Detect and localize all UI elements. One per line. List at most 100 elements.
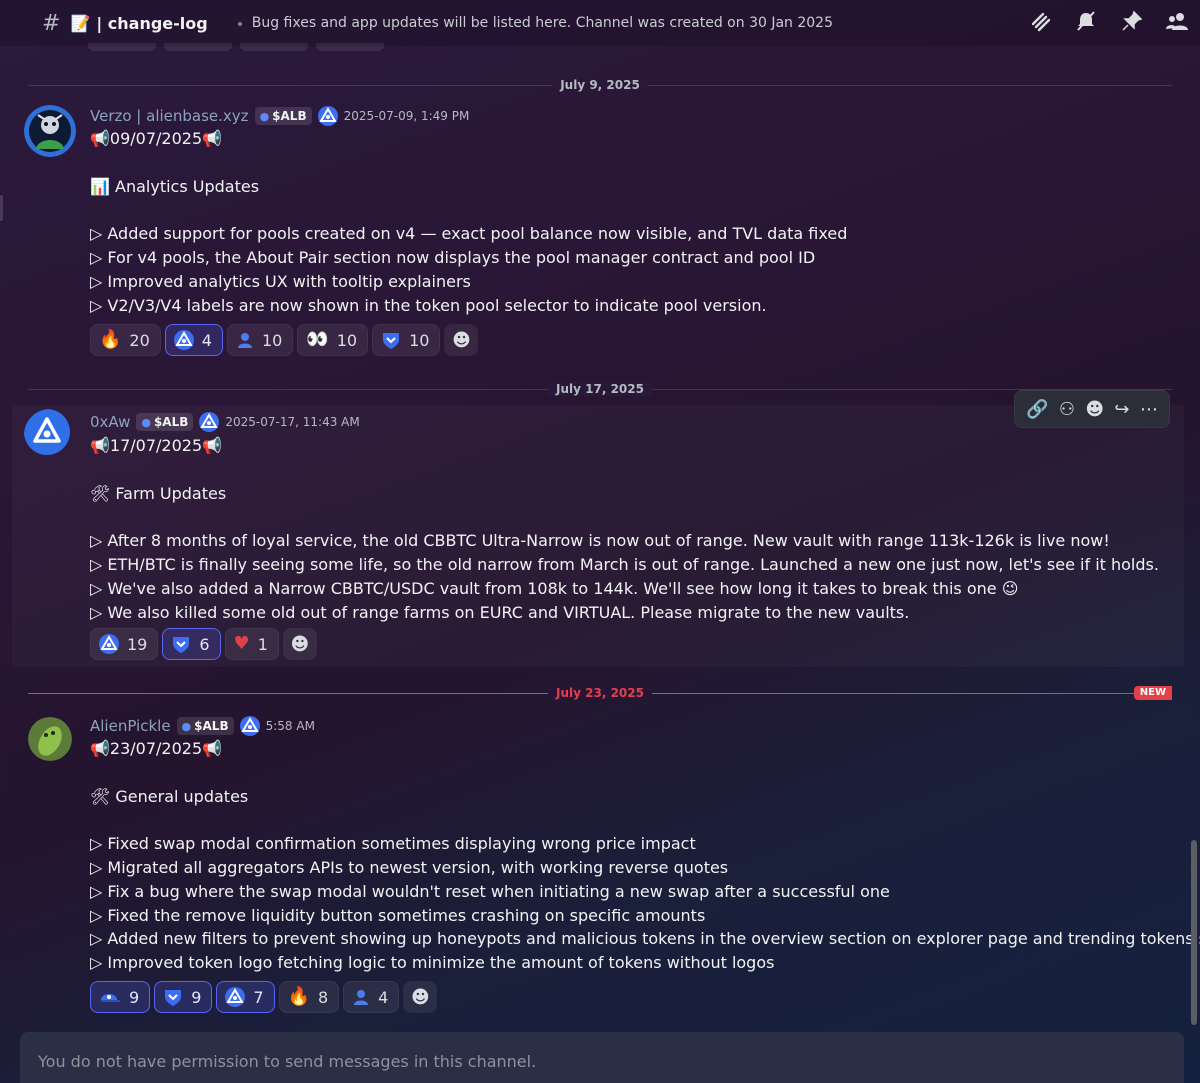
date-divider-label: July 9, 2025: [552, 78, 648, 92]
message-line: [90, 761, 1200, 785]
fire-icon: 🔥: [99, 329, 122, 350]
message-line: 🛠 General updates: [90, 786, 249, 806]
scrollbar-thumb[interactable]: [1191, 840, 1197, 1025]
fire-icon: 🔥: [287, 986, 310, 1007]
reaction-count: 19: [127, 634, 148, 654]
alienbase-icon: [99, 634, 119, 654]
message-line: [90, 808, 1200, 832]
message-line: ▷ Added new filters to prevent showing u…: [90, 929, 1200, 949]
add-reaction-button[interactable]: ☻: [403, 981, 438, 1013]
pin-icon[interactable]: [1120, 10, 1144, 37]
timestamp[interactable]: 2025-07-17, 11:43 AM: [225, 415, 359, 429]
username[interactable]: Verzo | alienbase.xyz: [90, 107, 249, 125]
header-toolbar: [1028, 10, 1190, 37]
message-line: ▷ Improved analytics UX with tooltip exp…: [90, 271, 471, 291]
alienbase-icon: [173, 330, 194, 350]
avatar[interactable]: [24, 409, 76, 461]
reaction-user[interactable]: 10: [226, 324, 294, 356]
server-tag[interactable]: ● $ALB: [136, 413, 194, 431]
eyes-icon: 👀: [306, 329, 329, 350]
message-line: ▷ Added support for pools created on v4 …: [90, 224, 848, 244]
reaction-count: 9: [129, 987, 140, 1007]
heart-icon: ♥: [233, 633, 250, 654]
shield-icon: [163, 987, 183, 1007]
more-icon[interactable]: ⋯: [1140, 399, 1158, 420]
drop-icon: ●: [181, 719, 192, 733]
message-line: ▷ Migrated all aggregators APIs to newes…: [90, 857, 729, 877]
message-content: 📢09/07/2025📢 📊 Analytics Updates ▷ Added…: [90, 127, 847, 317]
avatar[interactable]: [24, 105, 76, 157]
server-tag[interactable]: ● $ALB: [254, 107, 312, 125]
add-reaction-button[interactable]: ☻: [444, 324, 479, 356]
message-actions-toolbar: 🔗 ⚇ ☻ ↪ ⋯: [1014, 390, 1170, 428]
reaction-count: 4: [201, 330, 212, 350]
message-line: ▷ We've also added a Narrow CBBTC/USDC v…: [90, 578, 1019, 598]
add-reaction-icon[interactable]: ☻: [1085, 399, 1104, 420]
drop-icon: ●: [259, 109, 270, 123]
reaction-count: 1: [257, 634, 268, 654]
reaction-alienbase[interactable]: 19: [90, 628, 159, 660]
server-tag-label: $ALB: [153, 415, 189, 429]
date-divider-label: July 17, 2025: [548, 382, 652, 396]
username[interactable]: 0xAw: [90, 413, 130, 431]
message-line: [90, 198, 847, 222]
reactions-bar: 9 9 7 🔥 8 4 ☻: [90, 981, 438, 1013]
channel-header: # 📝 | change-log Bug fixes and app updat…: [0, 0, 1200, 46]
message-line: ▷ ETH/BTC is finally seeing some life, s…: [90, 554, 1159, 574]
reaction-user[interactable]: 4: [343, 981, 400, 1013]
message-line: 📢23/07/2025📢: [90, 739, 223, 758]
date-divider: July 17, 2025: [28, 382, 1172, 396]
timestamp[interactable]: 5:58 AM: [266, 719, 315, 733]
server-tag[interactable]: ● $ALB: [176, 717, 234, 735]
message-line: [90, 458, 1159, 482]
reaction-count: 10: [336, 330, 358, 350]
add-reaction-button[interactable]: ☻: [282, 628, 317, 660]
alienbase-icon: [239, 716, 260, 736]
reactions-bar: 19 6 ♥ 1 ☻: [90, 628, 317, 660]
message: AlienPickle ● $ALB 5:58 AM 📢23/07/2025📢 🛠…: [0, 715, 1200, 1015]
forward-icon[interactable]: ↪: [1114, 399, 1129, 420]
reaction-fire[interactable]: 🔥 8: [278, 981, 340, 1013]
reaction-eyes[interactable]: 👀 10: [297, 324, 369, 356]
reaction-count: 9: [191, 987, 202, 1007]
reaction-cap[interactable]: 9: [90, 981, 151, 1013]
alienbase-icon: [317, 106, 338, 126]
reaction-heart[interactable]: ♥ 1: [224, 628, 279, 660]
composer-placeholder: You do not have permission to send messa…: [38, 1052, 537, 1071]
thread-icon[interactable]: ⚇: [1059, 399, 1075, 420]
timestamp[interactable]: 2025-07-09, 1:49 PM: [344, 109, 470, 123]
reaction-alienbase[interactable]: 4: [164, 324, 223, 356]
message-line: 🛠 Farm Updates: [90, 483, 227, 503]
message-line: [90, 505, 1159, 529]
reaction-count: 10: [409, 330, 430, 350]
smiley-icon: ☻: [410, 986, 430, 1008]
message-header: Verzo | alienbase.xyz ● $ALB 2025-07-09, …: [90, 105, 469, 127]
channel-topic[interactable]: Bug fixes and app updates will be listed…: [237, 15, 833, 31]
server-tag-label: $ALB: [194, 719, 229, 733]
date-divider-label: July 23, 2025: [548, 686, 652, 700]
members-icon[interactable]: [1166, 10, 1190, 37]
message-header: AlienPickle ● $ALB 5:58 AM: [90, 715, 315, 737]
message-line: ▷ Fixed swap modal confirmation sometime…: [90, 834, 696, 854]
alienbase-icon: [225, 987, 246, 1007]
user-icon: [236, 331, 254, 349]
message: 0xAw ● $ALB 2025-07-17, 11:43 AM 📢17/07/2…: [12, 405, 1184, 667]
channel-name[interactable]: | change-log: [96, 14, 207, 33]
reaction-alienbase[interactable]: 7: [216, 981, 275, 1013]
shield-icon: [171, 634, 191, 654]
reaction-shield[interactable]: 6: [162, 628, 221, 660]
reaction-fire[interactable]: 🔥 20: [90, 324, 161, 356]
reaction-shield[interactable]: 10: [372, 324, 441, 356]
username[interactable]: AlienPickle: [90, 717, 171, 735]
reaction-shield[interactable]: 9: [154, 981, 213, 1013]
new-badge: NEW: [1133, 686, 1172, 700]
avatar[interactable]: [28, 717, 72, 761]
new-messages-divider: July 23, 2025 NEW: [28, 686, 1172, 700]
date-divider: July 9, 2025: [28, 78, 1172, 92]
shield-icon: [381, 330, 401, 350]
threads-icon[interactable]: [1028, 10, 1052, 37]
message-composer: You do not have permission to send messa…: [20, 1032, 1184, 1083]
link-icon[interactable]: 🔗: [1026, 399, 1048, 420]
mute-icon[interactable]: [1074, 10, 1098, 37]
reaction-count: 6: [199, 634, 210, 654]
